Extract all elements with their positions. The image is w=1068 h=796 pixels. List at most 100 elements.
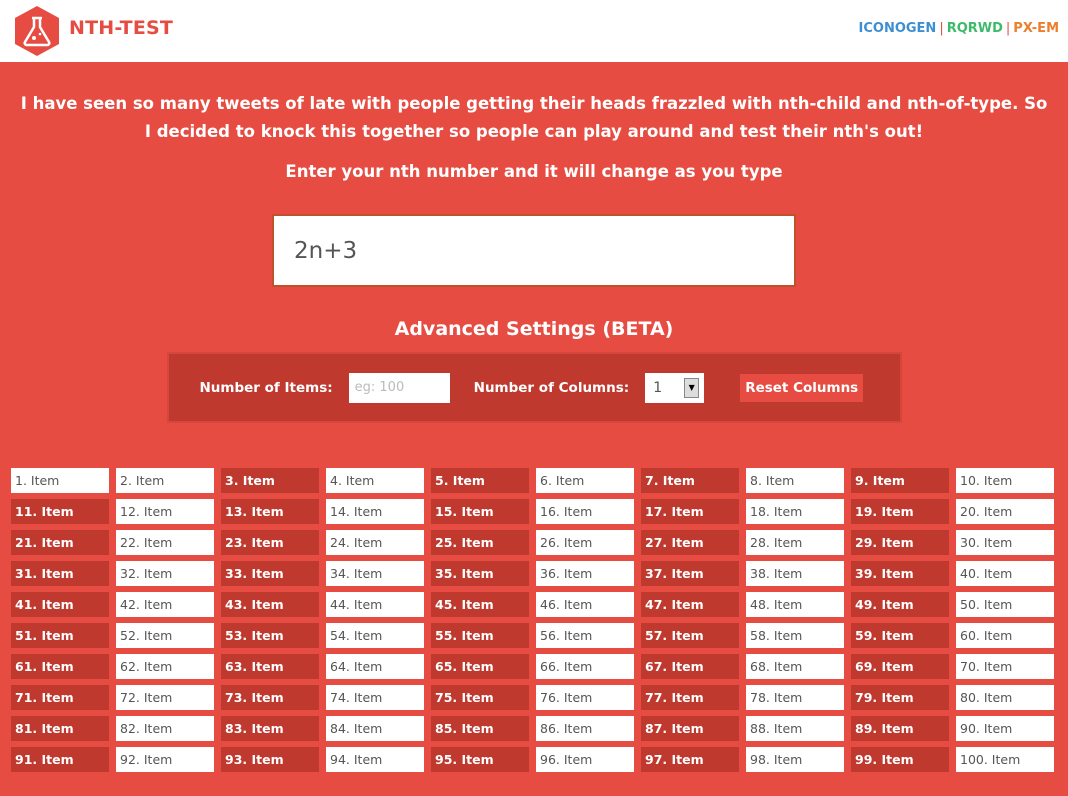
list-item: 59. Item [851,623,949,648]
list-item: 50. Item [956,592,1054,617]
list-item: 87. Item [641,716,739,741]
list-item: 3. Item [221,468,319,493]
list-item: 89. Item [851,716,949,741]
list-item: 90. Item [956,716,1054,741]
list-item: 69. Item [851,654,949,679]
list-item: 21. Item [11,530,109,555]
list-item: 51. Item [11,623,109,648]
list-item: 100. Item [956,747,1054,772]
list-item: 12. Item [116,499,214,524]
list-item: 76. Item [536,685,634,710]
list-item: 7. Item [641,468,739,493]
link-px-em[interactable]: PX-EM [1013,21,1059,36]
list-item: 29. Item [851,530,949,555]
list-item: 49. Item [851,592,949,617]
list-item: 84. Item [326,716,424,741]
list-item: 65. Item [431,654,529,679]
list-item: 61. Item [11,654,109,679]
list-item: 27. Item [641,530,739,555]
header: NTH-TEST ICONOGEN | RQRWD | PX-EM [0,0,1068,62]
columns-value: 1 [653,379,663,396]
list-item: 97. Item [641,747,739,772]
list-item: 41. Item [11,592,109,617]
list-item: 20. Item [956,499,1054,524]
list-item: 85. Item [431,716,529,741]
list-item: 93. Item [221,747,319,772]
list-item: 74. Item [326,685,424,710]
list-item: 19. Item [851,499,949,524]
reset-columns-button[interactable]: Reset Columns [740,373,864,402]
list-item: 77. Item [641,685,739,710]
list-item: 57. Item [641,623,739,648]
list-item: 80. Item [956,685,1054,710]
list-item: 1. Item [11,468,109,493]
list-item: 9. Item [851,468,949,493]
list-item: 78. Item [746,685,844,710]
list-item: 35. Item [431,561,529,586]
list-item: 5. Item [431,468,529,493]
brand-title[interactable]: NTH-TEST [69,17,173,39]
list-item: 91. Item [11,747,109,772]
list-item: 70. Item [956,654,1054,679]
list-item: 66. Item [536,654,634,679]
list-item: 83. Item [221,716,319,741]
list-item: 88. Item [746,716,844,741]
list-item: 24. Item [326,530,424,555]
list-item: 45. Item [431,592,529,617]
list-item: 58. Item [746,623,844,648]
list-item: 52. Item [116,623,214,648]
advanced-settings-panel: Number of Items: Number of Columns: 1 ▼ … [166,352,902,423]
list-item: 31. Item [11,561,109,586]
chevron-down-icon[interactable]: ▼ [684,377,700,398]
list-item: 79. Item [851,685,949,710]
number-of-columns-select[interactable]: 1 ▼ [645,372,705,403]
advanced-settings-title: Advanced Settings (BETA) [394,318,674,340]
list-item: 71. Item [11,685,109,710]
list-item: 94. Item [326,747,424,772]
list-item: 8. Item [746,468,844,493]
list-item: 55. Item [431,623,529,648]
intro-text: I have seen so many tweets of late with … [20,94,1048,141]
number-of-items-input[interactable] [348,372,450,403]
list-item: 10. Item [956,468,1054,493]
list-item: 82. Item [116,716,214,741]
nth-input[interactable] [272,214,796,287]
list-item: 54. Item [326,623,424,648]
link-iconogen[interactable]: ICONOGEN [859,21,937,36]
list-item: 95. Item [431,747,529,772]
separator: | [939,21,944,36]
list-item: 56. Item [536,623,634,648]
items-label: Number of Items: [199,379,333,396]
list-item: 14. Item [326,499,424,524]
list-item: 42. Item [116,592,214,617]
list-item: 72. Item [116,685,214,710]
list-item: 44. Item [326,592,424,617]
header-links: ICONOGEN | RQRWD | PX-EM [859,21,1059,36]
list-item: 4. Item [326,468,424,493]
list-item: 15. Item [431,499,529,524]
list-item: 17. Item [641,499,739,524]
list-item: 98. Item [746,747,844,772]
list-item: 96. Item [536,747,634,772]
list-item: 28. Item [746,530,844,555]
list-item: 92. Item [116,747,214,772]
list-item: 26. Item [536,530,634,555]
list-item: 99. Item [851,747,949,772]
list-item: 46. Item [536,592,634,617]
prompt-text: Enter your nth number and it will change… [285,162,783,181]
list-item: 16. Item [536,499,634,524]
list-item: 81. Item [11,716,109,741]
list-item: 2. Item [116,468,214,493]
list-item: 25. Item [431,530,529,555]
list-item: 47. Item [641,592,739,617]
list-item: 64. Item [326,654,424,679]
link-rqrwd[interactable]: RQRWD [947,21,1003,36]
separator: | [1005,21,1011,36]
list-item: 30. Item [956,530,1054,555]
list-item: 38. Item [746,561,844,586]
list-item: 86. Item [536,716,634,741]
flask-hexagon-icon[interactable] [13,5,61,57]
list-item: 68. Item [746,654,844,679]
list-item: 73. Item [221,685,319,710]
list-item: 13. Item [221,499,319,524]
